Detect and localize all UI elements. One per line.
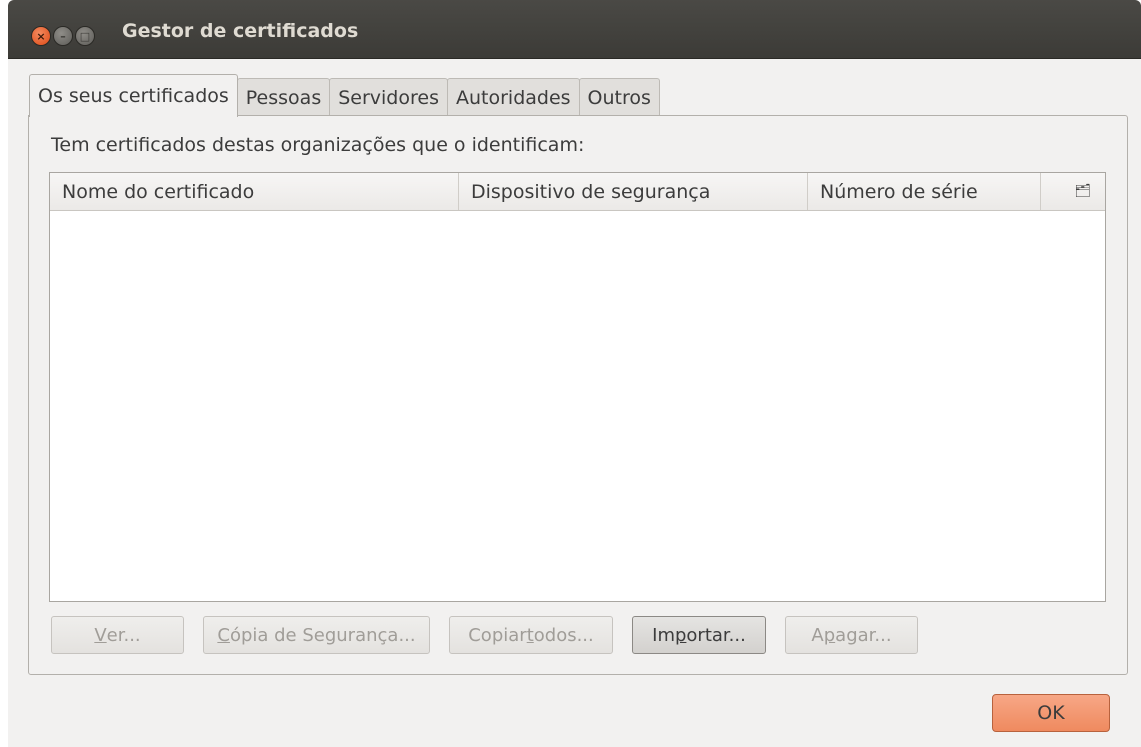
title-bar[interactable]: × – □ Gestor de certificados — [8, 0, 1141, 59]
column-header-name[interactable]: Nome do certificado — [50, 173, 459, 210]
certificate-manager-window: × – □ Gestor de certificados Os seus cer… — [8, 0, 1141, 747]
tree-header: Nome do certificado Dispositivo de segur… — [50, 173, 1105, 211]
action-buttons: Ver... Cópia de Segurança... Copiar t odo… — [51, 616, 937, 656]
maximize-icon[interactable]: □ — [75, 26, 95, 46]
column-header-device[interactable]: Dispositivo de segurança — [459, 173, 808, 210]
certificate-tree[interactable]: Nome do certificado Dispositivo de segur… — [49, 172, 1106, 602]
tab-panel: Tem certificados destas organizações que… — [28, 115, 1128, 675]
column-picker-button[interactable]: 🗂 — [1041, 173, 1105, 210]
tab-people[interactable]: Pessoas — [236, 78, 331, 117]
backup-all-button[interactable]: Copiar t odos... — [449, 616, 613, 654]
tab-bar: Os seus certificados Pessoas Servidores … — [29, 74, 660, 117]
import-button[interactable]: Im p ortar... — [632, 616, 766, 654]
view-button[interactable]: Ver... — [51, 616, 184, 654]
panel-description: Tem certificados destas organizações que… — [51, 134, 585, 156]
tab-servers[interactable]: Servidores — [329, 78, 448, 117]
window-title: Gestor de certificados — [122, 20, 359, 42]
tab-authorities[interactable]: Autoridades — [446, 78, 580, 117]
backup-button[interactable]: Cópia de Segurança... — [203, 616, 430, 654]
column-picker-icon: 🗂 — [1074, 184, 1091, 199]
minimize-icon[interactable]: – — [53, 26, 73, 46]
close-icon[interactable]: × — [31, 26, 51, 46]
tab-others[interactable]: Outros — [578, 78, 660, 117]
tab-your-certificates[interactable]: Os seus certificados — [29, 74, 238, 117]
delete-button[interactable]: Ap agar... — [785, 616, 918, 654]
column-header-serial[interactable]: Número de série — [808, 173, 1041, 210]
ok-button[interactable]: OK — [992, 694, 1110, 732]
